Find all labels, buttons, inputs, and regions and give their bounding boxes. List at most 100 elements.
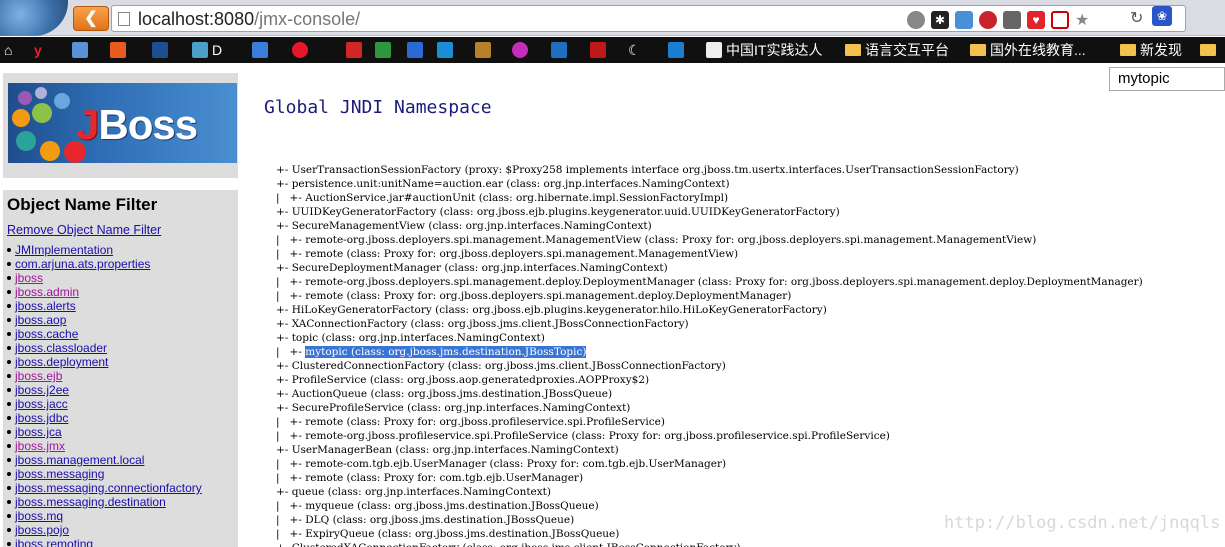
bookmark-folder[interactable] bbox=[1200, 40, 1216, 60]
domain-link[interactable]: JMImplementation bbox=[15, 243, 113, 257]
weibo-icon[interactable] bbox=[292, 40, 308, 60]
domain-link[interactable]: jboss.jmx bbox=[15, 439, 65, 453]
domain-link[interactable]: jboss.management.local bbox=[15, 453, 144, 467]
bookmark-icon[interactable] bbox=[252, 40, 268, 60]
domain-list-item: jboss.messaging.destination bbox=[3, 495, 202, 509]
bookmark-icon[interactable] bbox=[72, 40, 88, 60]
bookmark-folder[interactable]: 语言交互平台 bbox=[845, 40, 949, 60]
jndi-entry: UserManagerBean (class: org.jnp.interfac… bbox=[291, 444, 619, 456]
bookmark-folder[interactable]: 国外在线教育... bbox=[970, 40, 1086, 60]
domain-link[interactable]: jboss.alerts bbox=[15, 299, 76, 313]
domain-list-item: jboss.mq bbox=[3, 509, 202, 523]
domain-link[interactable]: jboss.mq bbox=[15, 509, 63, 523]
search-input[interactable]: mytopic bbox=[1109, 67, 1225, 91]
jndi-entry: queue (class: org.jnp.interfaces.NamingC… bbox=[291, 486, 551, 498]
jndi-tree-row: | +- remote (class: Proxy for: org.jboss… bbox=[276, 247, 1143, 261]
domain-link[interactable]: jboss.messaging.connectionfactory bbox=[15, 481, 202, 495]
bookmark-icon[interactable] bbox=[346, 40, 362, 60]
jndi-entry: remote-org.jboss.deployers.spi.managemen… bbox=[305, 276, 1143, 288]
jndi-entry: SecureProfileService (class: org.jnp.int… bbox=[291, 402, 631, 414]
y-icon[interactable]: y bbox=[34, 40, 42, 60]
jndi-entry: ProfileService (class: org.jboss.aop.gen… bbox=[291, 374, 650, 386]
pinterest-icon[interactable] bbox=[979, 11, 997, 29]
bookmark-icon[interactable] bbox=[512, 40, 528, 60]
jndi-tree: +- UserTransactionSessionFactory (proxy:… bbox=[276, 163, 1143, 547]
home-icon[interactable]: ⌂ bbox=[4, 40, 12, 60]
domain-list-item: jboss.jacc bbox=[3, 397, 202, 411]
object-name-filter-panel: Object Name Filter Remove Object Name Fi… bbox=[3, 190, 238, 547]
profile-avatar[interactable] bbox=[0, 0, 68, 36]
bookmark-icon[interactable] bbox=[152, 40, 168, 60]
tree-branch: | +- bbox=[276, 290, 306, 302]
remove-filter-link[interactable]: Remove Object Name Filter bbox=[7, 223, 161, 237]
bookmark-icon[interactable] bbox=[668, 40, 684, 60]
address-bar[interactable]: localhost:8080/jmx-console/ ✱ ♥ ★ bbox=[111, 5, 1186, 32]
domain-list-item: jboss.admin bbox=[3, 285, 202, 299]
tree-branch: +- bbox=[276, 402, 292, 414]
tree-branch: | +- bbox=[276, 234, 306, 246]
domain-list-item: jboss.j2ee bbox=[3, 383, 202, 397]
bookmark-icon[interactable] bbox=[407, 40, 423, 60]
back-button[interactable]: ❮ bbox=[73, 6, 109, 31]
domain-link[interactable]: jboss.messaging.destination bbox=[15, 495, 166, 509]
jndi-entry: HiLoKeyGeneratorFactory (class: org.jbos… bbox=[291, 304, 827, 316]
domain-list-item: jboss.alerts bbox=[3, 299, 202, 313]
bookmark-icon[interactable] bbox=[110, 40, 126, 60]
bookmark-item[interactable]: 中国IT实践达人 bbox=[706, 40, 822, 60]
domain-link[interactable]: jboss bbox=[15, 271, 43, 285]
reload-icon[interactable]: ↻ bbox=[1130, 8, 1143, 28]
douban-icon[interactable] bbox=[375, 40, 391, 60]
domain-list-item: jboss.messaging.connectionfactory bbox=[3, 481, 202, 495]
domain-list-item: jboss.jca bbox=[3, 425, 202, 439]
jboss-logo: JBoss bbox=[8, 83, 237, 163]
tree-branch: +- bbox=[276, 318, 292, 330]
jndi-entry: remote (class: Proxy for: org.jboss.depl… bbox=[305, 290, 792, 302]
domain-link[interactable]: jboss.jacc bbox=[15, 397, 68, 411]
domain-link[interactable]: jboss.admin bbox=[15, 285, 79, 299]
jndi-tree-row: | +- remote-org.jboss.profileservice.spi… bbox=[276, 429, 1143, 443]
bookmark-d[interactable]: D bbox=[192, 40, 222, 60]
bookmark-label: D bbox=[212, 42, 223, 58]
domain-link[interactable]: jboss.classloader bbox=[15, 341, 107, 355]
globe-icon[interactable] bbox=[907, 11, 925, 29]
url-text[interactable]: localhost:8080/jmx-console/ bbox=[138, 9, 360, 30]
domain-link[interactable]: com.arjuna.ats.properties bbox=[15, 257, 150, 271]
bookmark-folder[interactable]: 新发现 bbox=[1120, 40, 1182, 60]
heart-icon[interactable]: ♥ bbox=[1027, 11, 1045, 29]
bookmark-icon[interactable] bbox=[551, 40, 567, 60]
domain-link[interactable]: jboss.remoting bbox=[15, 537, 93, 547]
paw-icon[interactable]: ❀ bbox=[1152, 6, 1172, 26]
jndi-tree-row: | +- myqueue (class: org.jboss.jms.desti… bbox=[276, 499, 1143, 513]
jndi-entry: SecureManagementView (class: org.jnp.int… bbox=[291, 220, 652, 232]
snowflake-icon[interactable]: ✱ bbox=[931, 11, 949, 29]
domain-link[interactable]: jboss.pojo bbox=[15, 523, 69, 537]
moon-icon[interactable]: ☾ bbox=[628, 40, 641, 60]
bear-icon[interactable] bbox=[955, 11, 973, 29]
star-icon[interactable]: ★ bbox=[1075, 10, 1089, 30]
bookmark-icon[interactable] bbox=[437, 40, 453, 60]
jndi-entry: ClusteredXAConnectionFactory (class: org… bbox=[292, 542, 741, 547]
url-path: /jmx-console/ bbox=[254, 9, 361, 29]
logo-panel: JBoss bbox=[3, 73, 238, 178]
bookmark-icon[interactable] bbox=[590, 40, 606, 60]
browser-toolbar: ❮ localhost:8080/jmx-console/ ✱ ♥ ★ ↻ ❀ bbox=[0, 0, 1225, 36]
jndi-tree-row: +- SecureManagementView (class: org.jnp.… bbox=[276, 219, 1143, 233]
hand-icon[interactable] bbox=[1003, 11, 1021, 29]
tree-branch: +- bbox=[276, 360, 292, 372]
domain-link[interactable]: jboss.cache bbox=[15, 327, 78, 341]
bookmark-icon[interactable] bbox=[475, 40, 491, 60]
domain-link[interactable]: jboss.messaging bbox=[15, 467, 104, 481]
domain-list-item: jboss.deployment bbox=[3, 355, 202, 369]
domain-link[interactable]: jboss.aop bbox=[15, 313, 66, 327]
block-icon[interactable] bbox=[1051, 11, 1069, 29]
domain-link[interactable]: jboss.j2ee bbox=[15, 383, 69, 397]
domain-link[interactable]: jboss.jca bbox=[15, 425, 62, 439]
jndi-tree-row: +- topic (class: org.jnp.interfaces.Nami… bbox=[276, 331, 1143, 345]
jndi-tree-row: | +- remote (class: Proxy for: com.tgb.e… bbox=[276, 471, 1143, 485]
domain-link[interactable]: jboss.ejb bbox=[15, 369, 62, 383]
domain-link[interactable]: jboss.deployment bbox=[15, 355, 108, 369]
tree-branch: | +- bbox=[276, 500, 306, 512]
jndi-tree-row: +- SecureDeploymentManager (class: org.j… bbox=[276, 261, 1143, 275]
domain-link[interactable]: jboss.jdbc bbox=[15, 411, 68, 425]
tree-branch: +- bbox=[276, 486, 292, 498]
